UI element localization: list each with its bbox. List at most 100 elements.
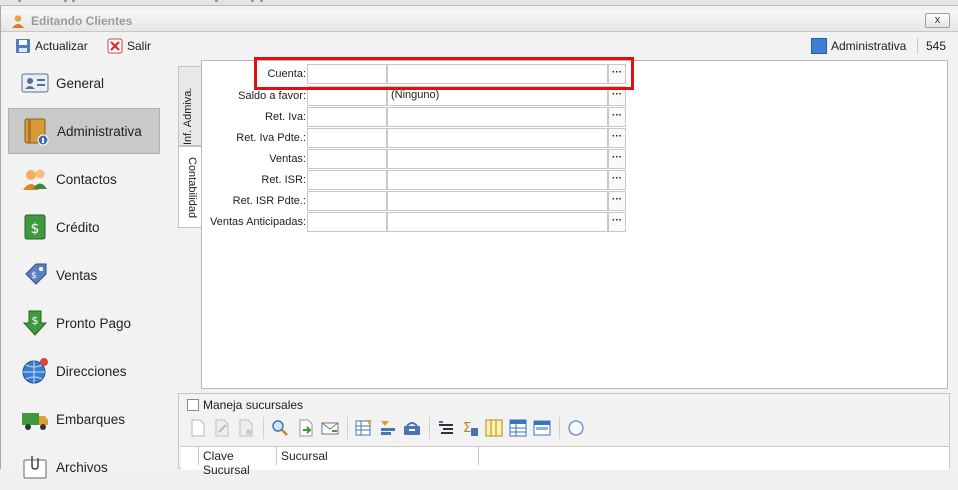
ret-iva-desc-input[interactable] [387,107,608,127]
sidebar-item-label: General [56,75,105,91]
ventas-anticipadas-browse-button[interactable]: ··· [608,212,626,232]
ventas-desc-input[interactable] [387,149,608,169]
exit-label: Salir [127,39,152,53]
branches-checkbox-label: Maneja sucursales [203,398,304,412]
sidebar-item-embarques[interactable]: Embarques [8,396,160,442]
id-card-icon [21,73,49,93]
sidebar-item-label: Crédito [56,219,100,235]
toolbar-divider [347,417,348,439]
sidebar-item-general[interactable]: General [8,60,160,106]
toolbar-divider [263,417,264,439]
sidebar-item-ventas[interactable]: $ Ventas [8,252,160,298]
tab-label: Contabilidad [186,157,198,219]
branches-grid-header: Clave Sucursal Sucursal [181,446,949,477]
ventas-browse-button[interactable]: ··· [608,149,626,169]
field-label: Ret. ISR: [261,174,306,186]
layout-icon[interactable] [533,419,551,437]
field-label: Ret. Iva: [265,111,306,123]
table-icon[interactable] [509,419,527,437]
svg-text:$: $ [31,221,40,237]
price-tag-icon: $ [25,263,47,285]
field-ventas-anticipadas: Ventas Anticipadas: ··· [202,212,632,232]
sidebar-item-pronto-pago[interactable]: $ Pronto Pago [8,300,160,346]
align-icon[interactable] [437,419,455,437]
svg-text:$: $ [31,271,37,281]
exit-x-icon [107,38,123,54]
columns-icon[interactable] [485,419,503,437]
sidebar-item-administrativa[interactable]: Administrativa [8,108,160,154]
refresh-label: Actualizar [35,39,88,53]
refresh-button[interactable]: Actualizar [15,37,88,55]
ret-isr-code-input[interactable] [307,170,387,190]
delete-doc-icon[interactable] [237,419,255,437]
dollar-down-arrow-icon: $ [22,310,48,336]
ret-isr-pdte-desc-input[interactable] [387,191,608,211]
sidebar-item-credito[interactable]: $ Crédito [8,204,160,250]
sidebar-item-label: Embarques [56,411,126,427]
ventas-anticipadas-desc-input[interactable] [387,212,608,232]
save-disk-icon [16,39,30,53]
grid-column-header[interactable]: Sucursal [277,447,479,465]
svg-text:Σ: Σ [463,421,471,436]
mail-icon[interactable] [321,419,339,437]
people-icon [23,169,47,190]
ret-iva-code-input[interactable] [307,107,387,127]
field-ret-iva: Ret. Iva: ··· [202,107,632,127]
sidebar-item-archivos[interactable]: Archivos [8,444,160,490]
new-doc-icon[interactable] [189,419,207,437]
field-label: Ret. Iva Pdte.: [236,132,306,144]
accounting-panel: Cuenta: ··· Saldo a favor: (Ninguno) ···… [201,60,948,389]
branches-panel: Maneja sucursales Σ Clave Sucursal Sucur… [178,393,950,477]
ventas-anticipadas-code-input[interactable] [307,212,387,232]
circle-icon[interactable] [567,419,585,437]
sidebar-item-label: Administrativa [57,123,142,139]
ret-isr-pdte-browse-button[interactable]: ··· [608,191,626,211]
tab-contabilidad[interactable]: Contabilidad [178,146,202,228]
edit-doc-icon[interactable] [213,419,231,437]
sidebar-item-label: Ventas [56,267,98,283]
sidebar-item-label: Archivos [56,459,108,475]
grid-indicator-column [181,447,199,465]
ret-isr-browse-button[interactable]: ··· [608,170,626,190]
close-button[interactable]: x [925,13,950,28]
field-ret-iva-pdte: Ret. Iva Pdte.: ··· [202,128,632,148]
branches-checkbox[interactable] [187,399,199,411]
field-label: Ventas Anticipadas: [209,216,306,228]
ret-iva-browse-button[interactable]: ··· [608,107,626,127]
field-ventas: Ventas: ··· [202,149,632,169]
sidebar-item-contactos[interactable]: Contactos [8,156,160,202]
grid-filter-icon[interactable] [355,419,373,437]
grid-column-header[interactable]: Clave Sucursal [199,447,277,477]
ret-iva-pdte-code-input[interactable] [307,128,387,148]
field-ret-isr: Ret. ISR: ··· [202,170,632,190]
user-icon [12,15,24,28]
vertical-tabs: Inf. Admiva. Contabilidad [178,60,202,230]
ventas-code-input[interactable] [307,149,387,169]
svg-text:$: $ [32,314,39,327]
sidebar-item-direcciones[interactable]: Direcciones [8,348,160,394]
field-label: Ventas: [269,153,306,165]
search-icon[interactable] [271,419,289,437]
sort-icon[interactable] [379,419,397,437]
binder-info-icon [24,118,49,146]
export-icon[interactable] [297,419,315,437]
ret-iva-pdte-desc-input[interactable] [387,128,608,148]
group-icon[interactable] [403,419,421,437]
ret-isr-pdte-code-input[interactable] [307,191,387,211]
sum-icon[interactable]: Σ [461,419,479,437]
branches-toolbar: Σ [183,414,943,442]
folder-clip-icon [23,456,47,479]
field-label: Ret. ISR Pdte.: [232,195,306,207]
tab-inf-admiva[interactable]: Inf. Admiva. [178,66,202,146]
ret-isr-desc-input[interactable] [387,170,608,190]
title-bar: Editando Clientes x [1,10,958,32]
highlight-annotation [254,57,634,90]
sidebar-item-label: Contactos [56,171,117,187]
money-book-icon: $ [24,214,46,240]
module-name: Administrativa [831,39,907,53]
ret-iva-pdte-browse-button[interactable]: ··· [608,128,626,148]
tab-label: Inf. Admiva. [182,87,194,145]
exit-button[interactable]: Salir [107,37,151,55]
window-title: Editando Clientes [31,14,133,28]
toolbar-divider [917,38,918,54]
